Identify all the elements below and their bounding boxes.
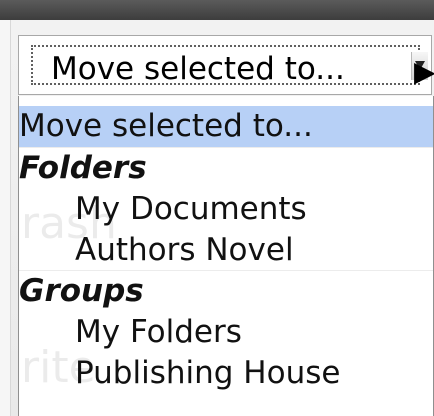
option-move-selected-to[interactable]: Move selected to... <box>19 106 433 148</box>
move-selected-select[interactable]: Move selected to... <box>18 35 432 95</box>
option-authors-novel[interactable]: Authors Novel <box>19 230 433 271</box>
select-focus-ring: Move selected to... <box>31 45 420 87</box>
option-divider <box>19 147 433 148</box>
option-my-folders[interactable]: My Folders <box>19 312 433 353</box>
option-my-documents[interactable]: My Documents <box>19 189 433 230</box>
select-value-label: Move selected to... <box>51 51 345 87</box>
option-label: Publishing House <box>75 355 341 391</box>
window-top-strip <box>0 0 434 20</box>
optgroup-label: Folders <box>19 150 147 186</box>
mouse-pointer-icon: ▶ <box>414 55 434 88</box>
option-publishing-house[interactable]: Publishing House <box>19 353 433 394</box>
option-label: My Folders <box>75 314 242 350</box>
optgroup-folders: Folders <box>19 148 433 189</box>
option-label: Move selected to... <box>19 108 313 144</box>
optgroup-groups: Groups <box>19 271 433 312</box>
select-dropdown-menu[interactable]: rash rite Move selected to... Folders My… <box>18 96 434 416</box>
option-label: Authors Novel <box>75 232 294 268</box>
optgroup-label: Groups <box>19 273 144 309</box>
left-edge-panel <box>0 20 11 416</box>
option-divider <box>19 270 433 271</box>
option-label: My Documents <box>75 191 307 227</box>
